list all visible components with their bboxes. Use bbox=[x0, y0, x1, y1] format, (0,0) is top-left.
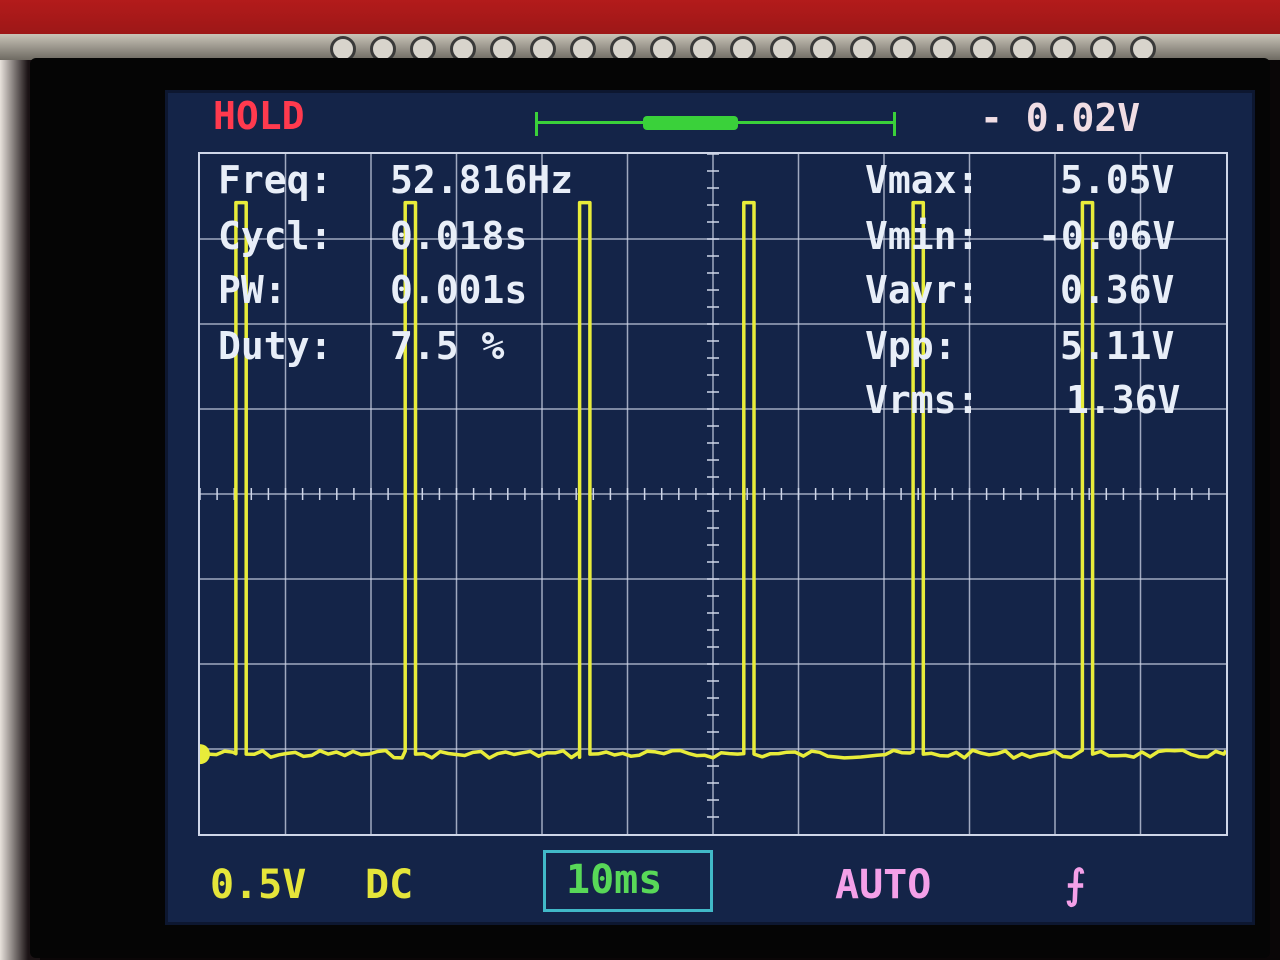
vrms-value: 1.36V bbox=[1066, 378, 1181, 422]
coupling-mode[interactable]: DC bbox=[365, 862, 413, 908]
trigger-mode[interactable]: AUTO bbox=[835, 862, 931, 908]
vmax-label: Vmax: bbox=[865, 158, 980, 202]
timebase-value: 10ms bbox=[566, 857, 663, 903]
vmax-value: 5.05V bbox=[1060, 158, 1175, 202]
vpp-value: 5.11V bbox=[1060, 324, 1175, 368]
rising-edge-icon[interactable]: ⨍ bbox=[1065, 862, 1086, 908]
plot-area: Freq: 52.816Hz Cycl: 0.018s PW: 0.001s D… bbox=[198, 152, 1228, 836]
hold-indicator[interactable]: HOLD bbox=[213, 94, 305, 138]
vavr-label: Vavr: bbox=[865, 268, 980, 312]
cycle-label: Cycl: bbox=[218, 214, 333, 258]
cycle-value: 0.018s bbox=[390, 214, 528, 258]
vmin-value: -0.06V bbox=[1038, 214, 1176, 258]
pulse-width-value: 0.001s bbox=[390, 268, 528, 312]
volts-per-div[interactable]: 0.5V bbox=[210, 862, 306, 908]
vrms-label: Vrms: bbox=[865, 378, 980, 422]
freq-label: Freq: bbox=[218, 158, 333, 202]
trigger-offset-readout: - 0.02V bbox=[980, 96, 1141, 140]
ground-level-marker bbox=[200, 744, 210, 765]
freq-value: 52.816Hz bbox=[390, 158, 574, 202]
vmin-label: Vmin: bbox=[865, 214, 980, 258]
timebase-selector[interactable]: 10ms bbox=[543, 850, 713, 912]
trigger-window-marker[interactable] bbox=[643, 116, 738, 130]
pin-header bbox=[0, 34, 1280, 62]
oscilloscope-screen: HOLD - 0.02V Freq: 52.816Hz Cycl: 0.018s… bbox=[165, 90, 1255, 925]
vpp-label: Vpp: bbox=[865, 324, 957, 368]
trigger-position-bar[interactable] bbox=[535, 112, 896, 136]
pcb-header-strip bbox=[0, 0, 1280, 62]
duty-label: Duty: bbox=[218, 324, 333, 368]
pulse-width-label: PW: bbox=[218, 268, 287, 312]
duty-value: 7.5 % bbox=[390, 324, 505, 368]
vavr-value: 0.36V bbox=[1060, 268, 1175, 312]
